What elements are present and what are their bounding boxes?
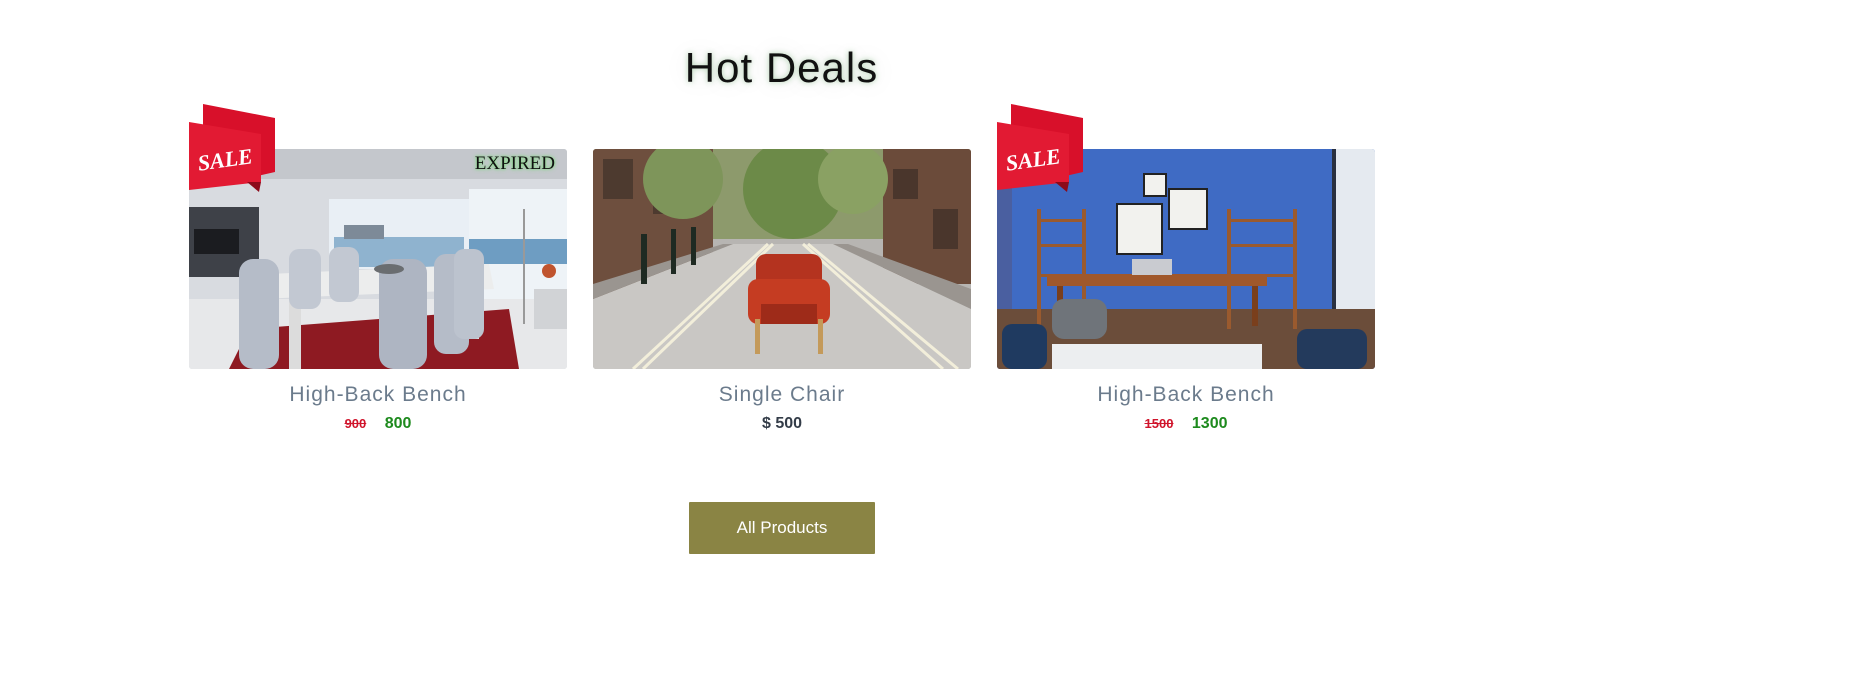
product-name[interactable]: Single Chair <box>593 383 971 407</box>
all-products-button[interactable]: All Products <box>689 502 875 554</box>
product-price: 1500 1300 <box>997 415 1375 433</box>
sale-ribbon-icon: SALE <box>997 104 1083 192</box>
sale-ribbon-icon: SALE <box>189 104 275 192</box>
sale-price: 1300 <box>1191 415 1228 432</box>
product-price: 900 800 <box>189 415 567 433</box>
old-price: 900 <box>344 416 367 431</box>
price: $ 500 <box>761 415 803 432</box>
section-title: Hot Deals <box>684 44 879 91</box>
product-price: $ 500 <box>593 415 971 433</box>
product-name[interactable]: High-Back Bench <box>997 383 1375 407</box>
product-card[interactable]: SALE High-Back Bench 1500 1300 <box>997 104 1375 433</box>
product-name[interactable]: High-Back Bench <box>189 383 567 407</box>
product-image-street-chair[interactable] <box>593 149 971 369</box>
sale-price: 800 <box>384 415 412 432</box>
expired-label: EXPIRED <box>474 153 555 174</box>
old-price: 1500 <box>1144 416 1174 431</box>
product-card[interactable]: Single Chair $ 500 <box>593 149 971 433</box>
product-card[interactable]: EXPIRED SALE High-Back Bench 900 800 <box>189 104 567 433</box>
